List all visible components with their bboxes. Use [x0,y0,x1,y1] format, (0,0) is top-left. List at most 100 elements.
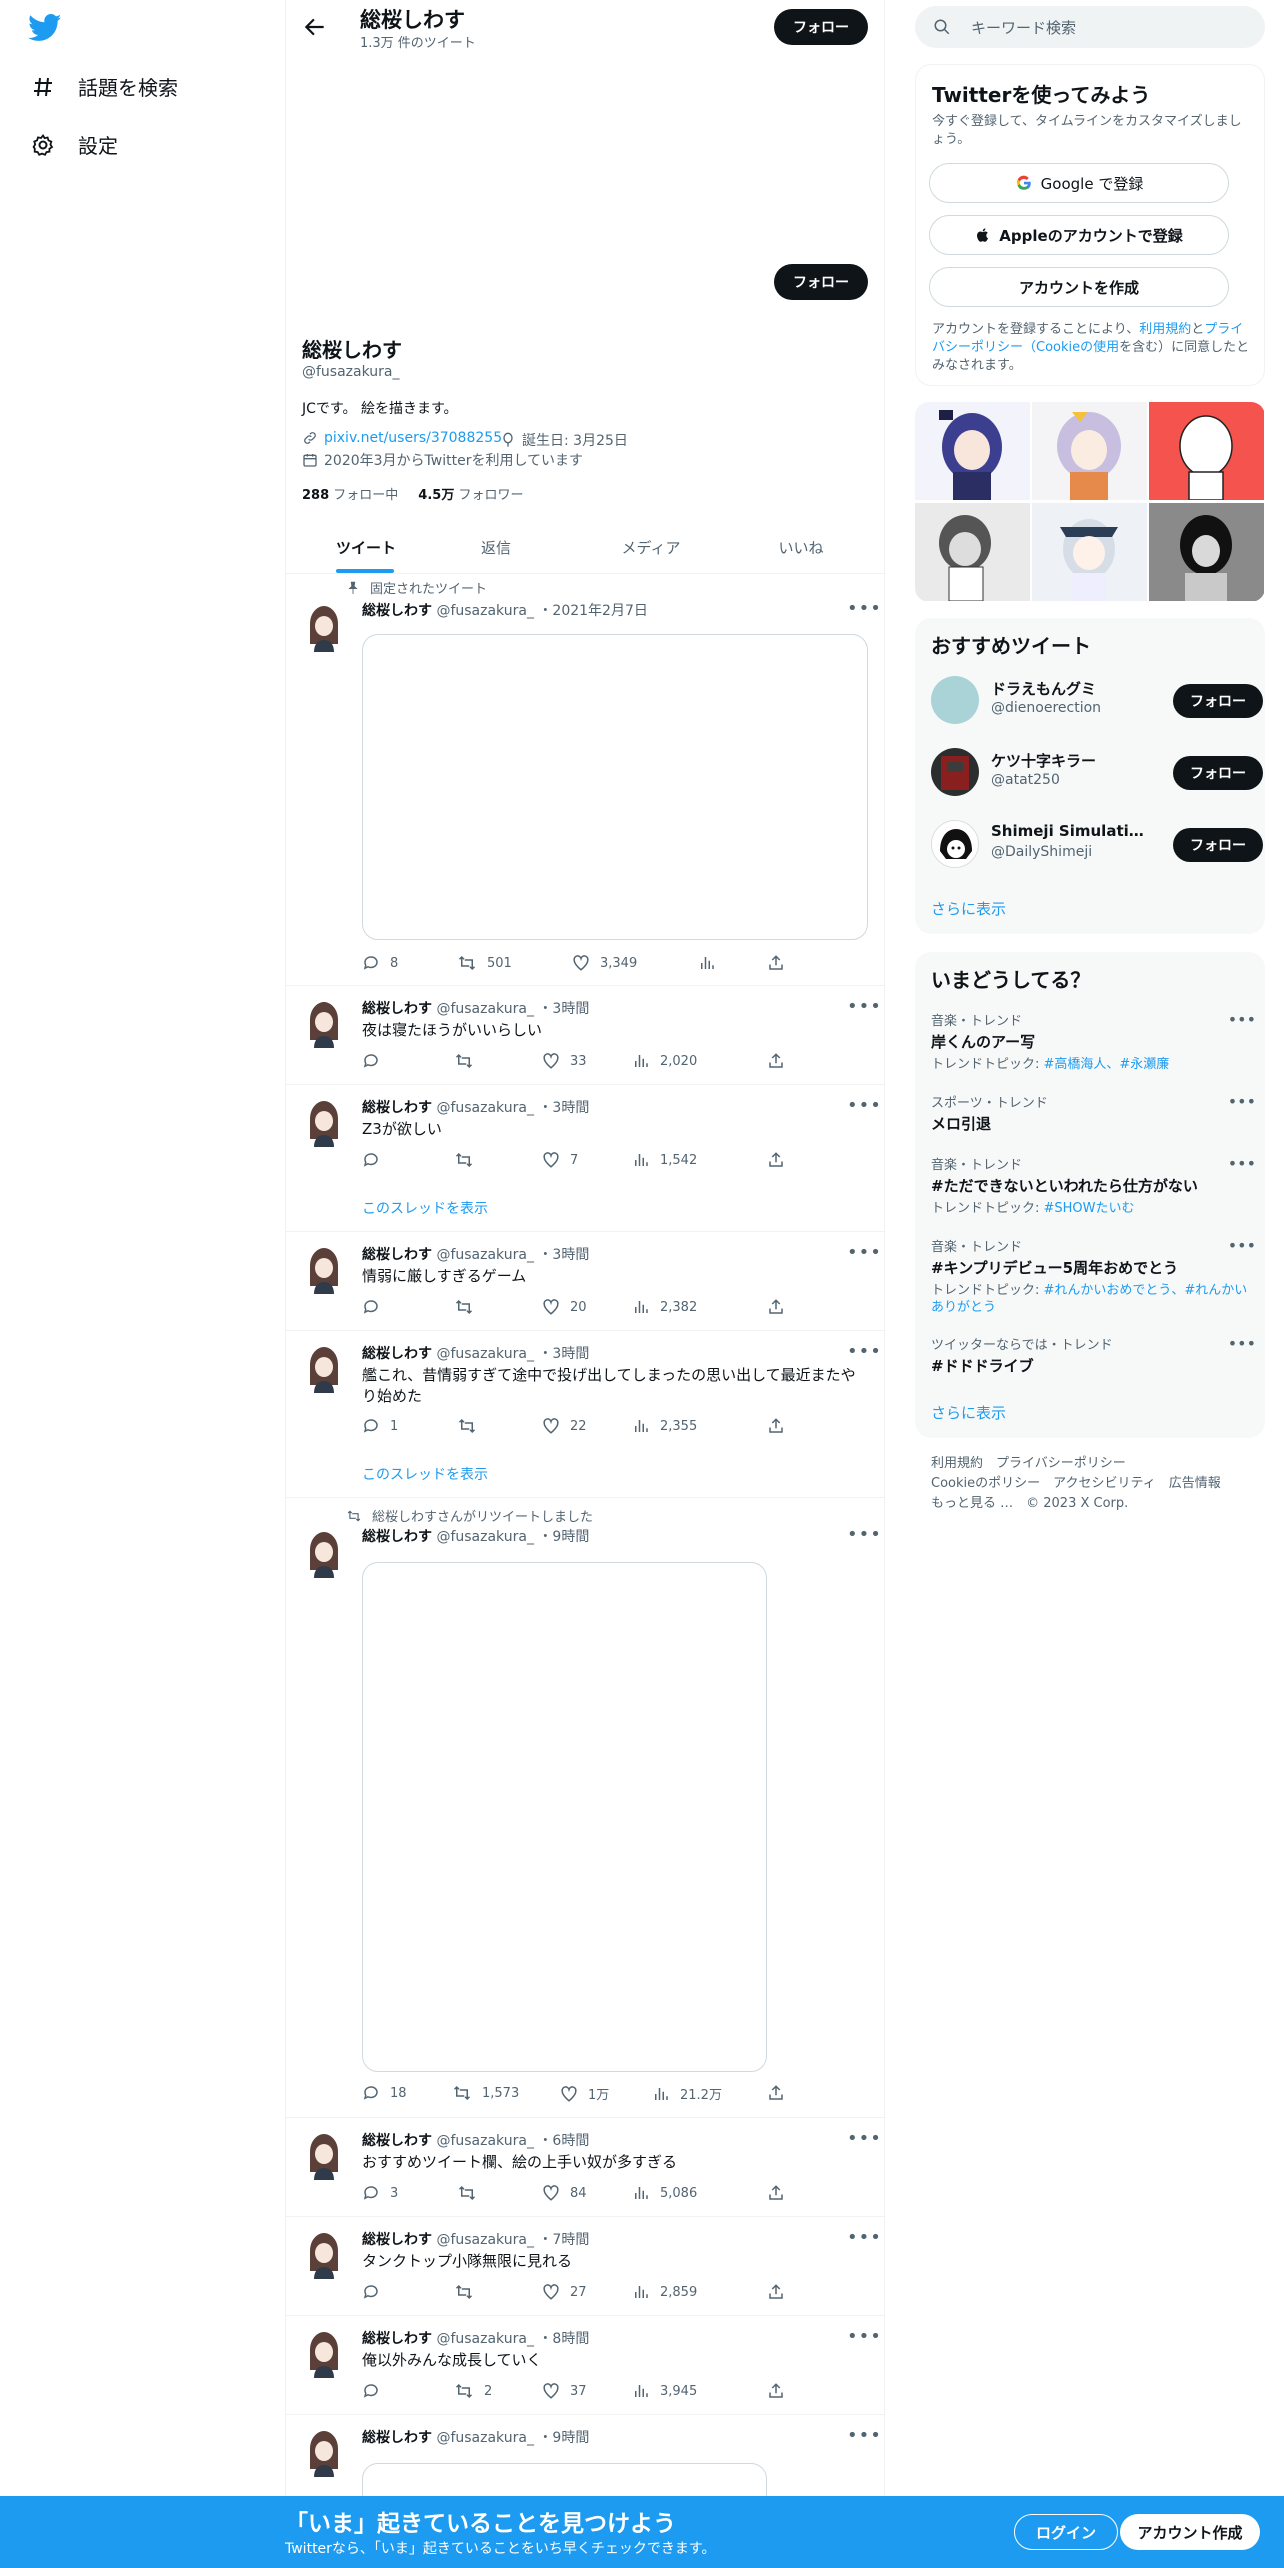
avatar[interactable] [304,1528,344,1578]
avatar[interactable] [304,2328,344,2378]
tweet-time[interactable]: ・9時間 [538,2430,589,2446]
tweet-time[interactable]: ・3時間 [538,1001,589,1017]
reply-button[interactable] [362,2382,380,2400]
views-button[interactable]: 1,542 [632,1151,697,1169]
retweet-button[interactable] [454,1298,474,1316]
reply-button[interactable]: 3 [362,2184,398,2202]
avatar[interactable] [931,820,979,868]
tweet-time[interactable]: ・9時間 [538,1529,589,1545]
like-button[interactable]: 22 [542,1417,587,1435]
like-button[interactable]: 27 [542,2283,587,2301]
avatar[interactable] [931,748,979,796]
media-thumbnail[interactable] [1032,503,1147,601]
avatar[interactable] [304,2427,344,2477]
tweet[interactable]: 総桜しわす @fusazakura_ ・3時間 ••• 夜は寝たほうがいいらしい… [286,986,884,1085]
views-button[interactable] [698,954,726,972]
more-options-icon[interactable]: ••• [1228,1154,1256,1173]
media-thumbnail[interactable] [915,503,1030,601]
reply-button[interactable]: 8 [362,954,398,972]
tweet-author-handle[interactable]: @fusazakura_ [436,2133,534,2149]
trend-topics-links[interactable]: #高橋海人、#永瀬廉 [1044,1057,1170,1072]
tweet-author-handle[interactable]: @fusazakura_ [436,1529,534,1545]
more-options-icon[interactable]: ••• [847,2326,882,2347]
reply-button[interactable] [362,1298,380,1316]
trend-item[interactable]: スポーツ・トレンド メロ引退 ••• [931,1092,1256,1134]
footer-line-2[interactable]: Cookieのポリシー アクセシビリティ 広告情報 [931,1474,1251,1494]
tweet-author-name[interactable]: 総桜しわす [362,1001,432,1017]
views-button[interactable]: 3,945 [632,2382,697,2400]
more-options-icon[interactable]: ••• [847,598,882,619]
media-thumbnail[interactable] [1032,402,1147,500]
trend-item[interactable]: ツイッターならでは・トレンド #ドドドライブ ••• [931,1334,1256,1376]
share-button[interactable] [767,1298,785,1316]
like-button[interactable]: 3,349 [572,954,637,972]
share-button[interactable] [767,1052,785,1070]
recommended-user[interactable]: ドラえもんグミ @dienoerection フォロー [931,676,1263,726]
tweet-author-name[interactable]: 総桜しわす [362,2430,432,2446]
more-options-icon[interactable]: ••• [847,2227,882,2248]
share-button[interactable] [767,2084,785,2102]
tweet-time[interactable]: ・8時間 [538,2331,589,2347]
tweet[interactable]: 総桜しわす @fusazakura_ ・6時間 ••• おすすめツイート欄、絵の… [286,2118,884,2217]
like-button[interactable]: 1万 [560,2084,609,2103]
media-thumbnail[interactable] [1149,402,1264,500]
tweet-author-name[interactable]: 総桜しわす [362,2133,432,2149]
tweet-time[interactable]: ・6時間 [538,2133,589,2149]
more-options-icon[interactable]: ••• [1228,1334,1256,1353]
footer-line-1[interactable]: 利用規約 プライバシーポリシー [931,1454,1251,1474]
avatar[interactable] [304,602,344,652]
reply-button[interactable] [362,2283,380,2301]
reply-button[interactable]: 1 [362,1417,398,1435]
media-thumbnail[interactable] [915,402,1030,500]
trend-item[interactable]: 音楽・トレンド #ただできないといわれたら仕方がない トレンドトピック: #SH… [931,1154,1256,1217]
tweet[interactable]: 総桜しわす @fusazakura_ ・3時間 ••• Z3が欲しい 7 1,5… [286,1085,884,1232]
create-account-button[interactable]: アカウントを作成 [929,267,1229,307]
share-button[interactable] [767,954,785,972]
recommended-show-more[interactable]: さらに表示 [931,898,1006,919]
more-options-icon[interactable]: ••• [1228,1010,1256,1029]
tweet-retweeted[interactable]: 総桜しわすさんがリツイートしました 総桜しわす @fusazakura_ ・9時… [286,1498,884,2118]
trends-show-more[interactable]: さらに表示 [931,1402,1006,1423]
tweet-author-handle[interactable]: @fusazakura_ [436,1247,534,1263]
tweet-author-handle[interactable]: @fusazakura_ [436,2232,534,2248]
back-arrow-icon[interactable] [302,14,328,40]
avatar[interactable] [304,1343,344,1393]
more-options-icon[interactable]: ••• [847,996,882,1017]
tweet-time[interactable]: ・3時間 [538,1346,589,1362]
apple-signup-button[interactable]: Appleのアカウントで登録 [929,215,1229,255]
tweet-pinned[interactable]: 固定されたツイート 総桜しわす @fusazakura_ ・2021年2月7日 … [286,574,884,986]
recommended-follow-button[interactable]: フォロー [1173,828,1263,862]
reply-button[interactable] [362,1151,380,1169]
recommended-user[interactable]: ケツ十字キラー @atat250 フォロー [931,748,1263,798]
reply-button[interactable] [362,1052,380,1070]
more-options-icon[interactable]: ••• [847,1341,882,1362]
tweet-author-handle[interactable]: @fusazakura_ [436,2430,534,2446]
tweet-author-name[interactable]: 総桜しわす [362,603,432,619]
share-button[interactable] [767,1417,785,1435]
tweet-author-handle[interactable]: @fusazakura_ [436,2331,534,2347]
avatar[interactable] [304,1097,344,1147]
more-options-icon[interactable]: ••• [1228,1236,1256,1255]
twitter-bird-icon[interactable] [28,14,62,42]
tweet[interactable]: 総桜しわす @fusazakura_ ・3時間 ••• 艦これ、昔情弱すぎて途中… [286,1331,884,1498]
tweet-author-name[interactable]: 総桜しわす [362,1100,432,1116]
tweet-author-name[interactable]: 総桜しわす [362,1247,432,1263]
tweet-author-handle[interactable]: @fusazakura_ [436,1100,534,1116]
like-button[interactable]: 7 [542,1151,578,1169]
avatar[interactable] [304,1244,344,1294]
trend-topics-links[interactable]: #SHOWたいむ [1044,1201,1135,1216]
search-bar[interactable]: キーワード検索 [915,6,1265,48]
avatar[interactable] [304,2229,344,2279]
terms-link[interactable]: 利用規約 [1139,322,1191,337]
show-thread-link[interactable]: このスレッドを表示 [362,1198,488,1218]
retweet-button[interactable]: 1,573 [452,2084,519,2102]
retweet-button[interactable] [454,2283,474,2301]
retweet-button[interactable] [457,1417,477,1435]
google-signup-button[interactable]: Google で登録 [929,163,1229,203]
tweet[interactable]: 総桜しわす @fusazakura_ ・8時間 ••• 俺以外みんな成長していく… [286,2316,884,2415]
views-button[interactable]: 2,020 [632,1052,697,1070]
nav-explore[interactable]: 話題を検索 [30,72,178,101]
tab-media[interactable]: メディア [561,520,741,574]
tweet[interactable]: 総桜しわす @fusazakura_ ・3時間 ••• 情弱に厳しすぎるゲーム … [286,1232,884,1331]
login-button[interactable]: ログイン [1014,2514,1118,2550]
